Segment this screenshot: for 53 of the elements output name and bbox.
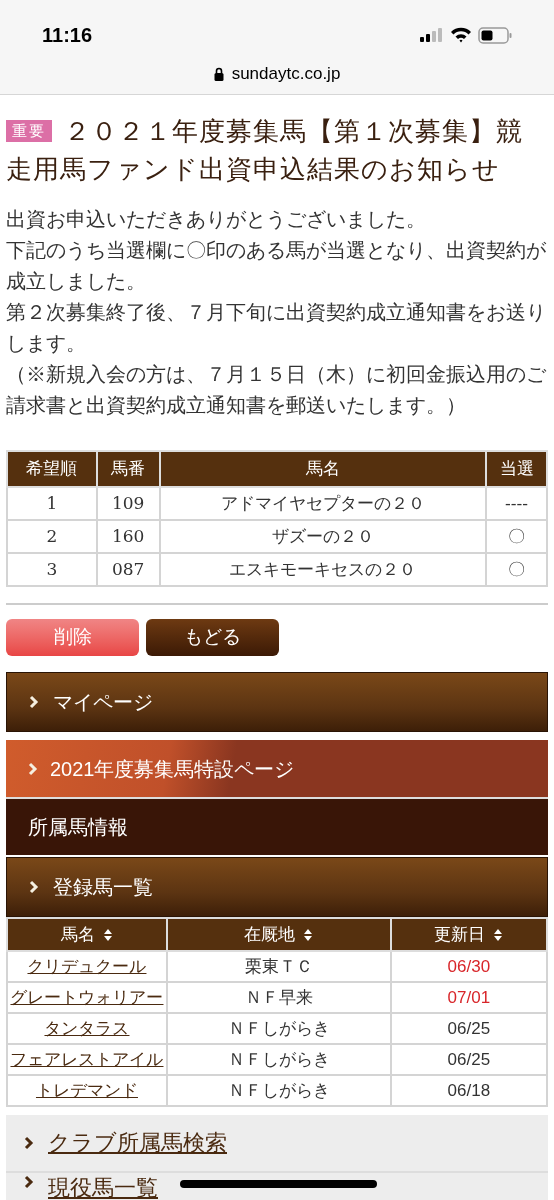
notice-title: 走用馬ファンド出資申込結果のお知らせ	[6, 153, 500, 186]
table-cell: 109	[96, 487, 160, 520]
column-header: 希望順	[7, 451, 97, 487]
chevron-icon	[24, 1136, 34, 1150]
sort-icon	[102, 927, 113, 942]
nav-link[interactable]: クラブ所属馬検索	[48, 1130, 227, 1156]
table-cell: 06/30	[390, 951, 547, 982]
table-cell: 1	[7, 487, 97, 520]
table-cell: 06/25	[390, 1044, 547, 1075]
table-cell: 3	[7, 553, 97, 586]
notice-title: ２０２１年度募集馬【第１次募集】競	[64, 115, 523, 148]
nav-link[interactable]: 現役馬一覧	[48, 1175, 158, 1200]
table-cell: 06/25	[390, 1013, 547, 1044]
table-cell: 栗東ＴＣ	[166, 951, 391, 982]
table-cell: ＮＦしがらき	[166, 1044, 391, 1075]
table-cell: 〇	[486, 520, 547, 553]
column-header: 馬名	[159, 451, 487, 487]
menu-item[interactable]: 登録馬一覧	[6, 857, 548, 917]
table-cell: ザズーの２０	[159, 520, 487, 553]
table-cell: 06/18	[390, 1075, 547, 1106]
table-cell: エスキモーキセスの２０	[159, 553, 487, 586]
column-header: 当選	[486, 451, 547, 487]
chevron-icon	[24, 1175, 34, 1189]
signal-icon	[420, 28, 444, 42]
notice-paragraph: 出資お申込いただきありがとうございました。	[6, 206, 427, 233]
table-cell: 087	[96, 553, 160, 586]
notice-paragraph: （※新規入会の方は、７月１５日（木）に初回金振込用のご請求書と出資契約成立通知書を郵送いたします。）	[6, 361, 546, 419]
notice-paragraph: 下記のうち当選欄に〇印のある馬が当選となり、出資契約が成立しました。	[6, 237, 546, 295]
wifi-icon	[450, 27, 472, 43]
chevron-icon	[29, 880, 39, 894]
status-time: 11:16	[42, 23, 93, 48]
column-header: 馬番	[96, 451, 160, 487]
table-cell: 07/01	[390, 982, 547, 1013]
notice-paragraph: 第２次募集終了後、７月下旬に出資契約成立通知書をお送りします。	[6, 299, 546, 357]
chevron-icon	[28, 761, 38, 776]
table-cell: ＮＦ早来	[166, 982, 391, 1013]
important-badge: 重要	[6, 120, 52, 142]
table-cell: アドマイヤセプターの２０	[159, 487, 487, 520]
battery-icon	[478, 26, 512, 44]
section-heading: 所属馬情報	[6, 797, 548, 855]
table-cell: ＮＦしがらき	[166, 1075, 391, 1106]
sort-icon	[303, 927, 314, 942]
chevron-icon	[29, 695, 39, 709]
table-cell: 2	[7, 520, 97, 553]
table-cell: 160	[96, 520, 160, 553]
back-button[interactable]: もどる	[146, 619, 279, 656]
address-url[interactable]: sundaytc.co.jp	[231, 61, 341, 87]
table-cell: ----	[486, 487, 547, 520]
sort-icon	[493, 927, 504, 942]
table-cell: 〇	[486, 553, 547, 586]
table-cell: ＮＦしがらき	[166, 1013, 391, 1044]
lock-icon	[213, 66, 224, 81]
menu-item[interactable]: マイページ	[6, 672, 548, 732]
